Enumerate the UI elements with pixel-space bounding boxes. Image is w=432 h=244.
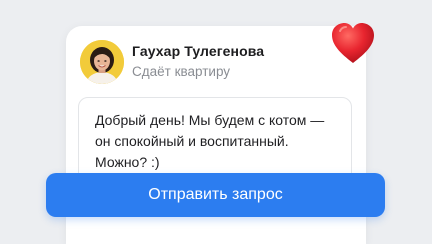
avatar (80, 40, 124, 84)
send-request-button[interactable]: Отправить запрос (46, 173, 385, 217)
profile-name: Гаухар Тулегенова (132, 43, 265, 59)
profile-status: Сдаёт квартиру (132, 64, 231, 79)
heart-icon (332, 23, 374, 63)
message-text: Добрый день! Мы будем с котом — он споко… (95, 112, 325, 170)
